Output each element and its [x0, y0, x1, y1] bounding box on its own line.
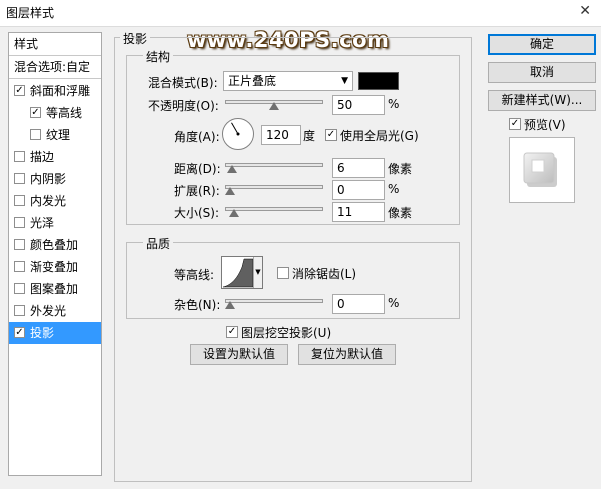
spread-label: 扩展(R): [174, 184, 220, 198]
style-item-checkbox[interactable] [14, 239, 25, 250]
style-item[interactable]: ✓ 投影 [9, 322, 101, 344]
preview-label[interactable]: 预览(V) [524, 116, 566, 133]
opacity-slider-thumb[interactable] [269, 102, 279, 110]
spread-slider-thumb[interactable] [225, 187, 235, 195]
blend-options-item[interactable]: 混合选项:自定 [9, 56, 101, 78]
global-light-label[interactable]: 使用全局光(G) [340, 127, 419, 144]
preview-shape-icon [523, 152, 557, 187]
distance-slider-track[interactable] [225, 163, 323, 167]
style-item[interactable]: 图案叠加 [9, 278, 101, 300]
style-item-checkbox[interactable] [30, 129, 41, 140]
style-item[interactable]: ✓ 等高线 [9, 102, 101, 124]
size-unit: 像素 [388, 206, 413, 220]
distance-label: 距离(D): [174, 162, 221, 176]
style-item-label: 内发光 [30, 194, 67, 208]
style-item[interactable]: 光泽 [9, 212, 101, 234]
style-item-label: 投影 [30, 326, 55, 340]
angle-unit: 度 [303, 129, 316, 143]
distance-slider-thumb[interactable] [226, 165, 237, 173]
size-slider-thumb[interactable] [228, 209, 239, 217]
style-item-label: 光泽 [30, 216, 55, 230]
spread-slider-track[interactable] [225, 185, 323, 189]
style-item-label: 内阴影 [30, 172, 67, 186]
style-item-checkbox[interactable]: ✓ [14, 85, 25, 96]
style-item[interactable]: 描边 [9, 146, 101, 168]
structure-title: 结构 [143, 48, 174, 65]
style-item-checkbox[interactable] [14, 195, 25, 206]
anti-alias-checkbox[interactable] [277, 267, 289, 279]
noise-unit: % [388, 296, 400, 310]
size-input[interactable]: 11 [332, 202, 385, 222]
contour-label: 等高线: [174, 268, 215, 282]
style-item-label: 等高线 [46, 106, 83, 120]
style-item-label: 外发光 [30, 304, 67, 318]
reset-default-button[interactable]: 复位为默认值 [298, 344, 396, 365]
knockout-checkbox[interactable]: ✓ [226, 326, 238, 338]
opacity-unit: % [388, 97, 400, 111]
preview-checkbox[interactable]: ✓ [509, 118, 521, 130]
style-item-label: 颜色叠加 [30, 238, 79, 252]
size-label: 大小(S): [174, 206, 220, 220]
style-item-label: 描边 [30, 150, 55, 164]
ok-button[interactable]: 确定 [488, 34, 596, 55]
style-item-label: 渐变叠加 [30, 260, 79, 274]
style-item[interactable]: 渐变叠加 [9, 256, 101, 278]
anti-alias-label[interactable]: 消除锯齿(L) [292, 265, 356, 282]
opacity-label: 不透明度(O): [148, 99, 219, 113]
chevron-down-icon: ▼ [341, 76, 348, 86]
style-item[interactable]: 纹理 [9, 124, 101, 146]
style-item-checkbox[interactable]: ✓ [30, 107, 41, 118]
style-preview-thumbnail [509, 137, 575, 203]
size-slider-track[interactable] [225, 207, 323, 211]
style-item[interactable]: 外发光 [9, 300, 101, 322]
shadow-color-swatch[interactable] [358, 72, 399, 90]
spread-unit: % [388, 182, 400, 196]
style-item-label: 纹理 [46, 128, 71, 142]
style-item-checkbox[interactable] [14, 305, 25, 316]
spread-input[interactable]: 0 [332, 180, 385, 200]
style-item[interactable]: 颜色叠加 [9, 234, 101, 256]
noise-slider-thumb[interactable] [225, 301, 235, 309]
distance-input[interactable]: 6 [332, 158, 385, 178]
style-item-label: 斜面和浮雕 [30, 84, 91, 98]
contour-curve-icon [222, 258, 254, 288]
distance-unit: 像素 [388, 162, 413, 176]
style-item-checkbox[interactable] [14, 217, 25, 228]
cancel-button[interactable]: 取消 [488, 62, 596, 83]
quality-title: 品质 [143, 235, 174, 252]
style-item-label: 图案叠加 [30, 282, 79, 296]
blend-mode-label: 混合模式(B): [148, 76, 218, 90]
styles-divider [9, 78, 101, 79]
style-item-checkbox[interactable]: ✓ [14, 327, 25, 338]
style-item[interactable]: 内发光 [9, 190, 101, 212]
style-item[interactable]: ✓ 斜面和浮雕 [9, 80, 101, 102]
close-icon[interactable]: ✕ [579, 3, 591, 19]
noise-label: 杂色(N): [174, 298, 221, 312]
contour-chevron-icon[interactable]: ▼ [253, 257, 262, 288]
global-light-checkbox[interactable]: ✓ [325, 129, 337, 141]
styles-list-panel: 样式 混合选项:自定 ✓ 斜面和浮雕 ✓ 等高线纹理描边内阴影内发光光泽颜色叠加渐变叠… [8, 32, 102, 476]
style-item-checkbox[interactable] [14, 261, 25, 272]
angle-label: 角度(A): [174, 130, 220, 144]
drop-shadow-title: 投影 [120, 30, 151, 47]
blend-mode-value: 正片叠底 [228, 74, 277, 88]
noise-slider-track[interactable] [225, 299, 323, 303]
new-style-button[interactable]: 新建样式(W)... [488, 90, 596, 111]
styles-header[interactable]: 样式 [9, 33, 101, 55]
window-title: 图层样式 [6, 6, 55, 20]
blend-mode-select[interactable]: 正片叠底 ▼ [223, 71, 353, 91]
angle-input[interactable]: 120 [261, 125, 301, 145]
style-item[interactable]: 内阴影 [9, 168, 101, 190]
style-item-checkbox[interactable] [14, 283, 25, 294]
style-item-checkbox[interactable] [14, 173, 25, 184]
angle-needle-icon [231, 122, 240, 136]
contour-picker[interactable]: ▼ [221, 256, 263, 289]
make-default-button[interactable]: 设置为默认值 [190, 344, 288, 365]
style-item-checkbox[interactable] [14, 151, 25, 162]
knockout-label[interactable]: 图层挖空投影(U) [241, 324, 331, 341]
opacity-input[interactable]: 50 [332, 95, 385, 115]
noise-input[interactable]: 0 [332, 294, 385, 314]
title-bar[interactable]: 图层样式 ✕ [0, 0, 601, 27]
angle-dial-icon[interactable] [222, 118, 254, 150]
